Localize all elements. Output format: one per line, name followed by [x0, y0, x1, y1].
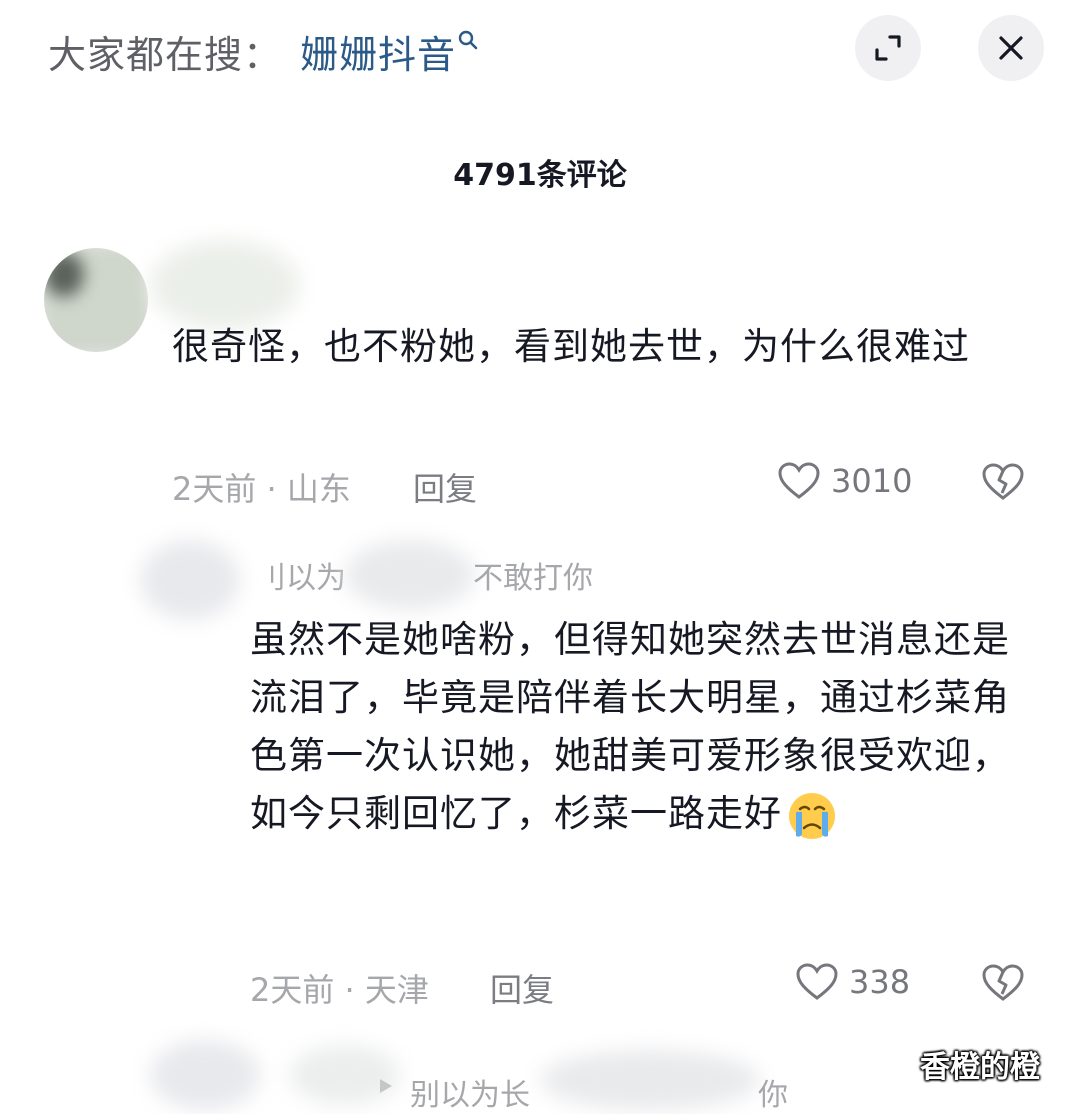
expand-icon [875, 35, 901, 61]
reply-meta: 2天前 · 天津 [250, 971, 429, 1009]
search-prefix-label: 大家都在搜： [48, 33, 283, 77]
broken-heart-icon [982, 463, 1024, 500]
like-button[interactable]: 3010 [777, 461, 912, 501]
close-button[interactable] [978, 15, 1044, 81]
comment-count-title: 4791条评论 [453, 158, 627, 193]
dislike-button[interactable] [981, 963, 1025, 1007]
avatar[interactable] [44, 248, 148, 352]
broken-heart-icon [982, 964, 1024, 1001]
username-blurred [345, 540, 475, 610]
reply-username-right: 你 [758, 1078, 788, 1113]
avatar[interactable] [150, 1040, 260, 1110]
reply-button[interactable]: 回复 [490, 965, 554, 1011]
like-count: 3010 [831, 462, 913, 500]
search-bar: 大家都在搜： 姗姗抖音 [0, 0, 1080, 100]
reply-text-content: 虽然不是她啥粉，但得知她突然去世消息还是流泪了，毕竟是陪伴着长大明星，通过杉菜角… [250, 618, 1010, 835]
expand-button[interactable] [855, 15, 921, 81]
dislike-button[interactable] [981, 462, 1025, 506]
username-blurred[interactable] [150, 240, 300, 330]
avatar[interactable] [140, 540, 240, 620]
username-blurred [290, 1045, 400, 1105]
watermark: 香橙的橙 [920, 1050, 1040, 1085]
avatar-blur-dark [44, 252, 84, 297]
reply-text: 虽然不是她啥粉，但得知她突然去世消息还是流泪了，毕竟是陪伴着长大明星，通过杉菜角… [250, 611, 1040, 843]
search-term-text: 姗姗抖音 [300, 33, 457, 77]
crying-face-icon [789, 792, 835, 839]
comment-text: 很奇怪，也不粉她，看到她去世，为什么很难过 [172, 325, 970, 368]
reply-username-left: 刂以为 [256, 561, 346, 596]
heart-icon [778, 462, 820, 499]
search-term-link[interactable]: 姗姗抖音 [300, 24, 478, 79]
like-count: 338 [849, 963, 911, 1001]
comment-meta: 2天前 · 山东 [172, 470, 351, 508]
reply-username-right: 不敢打你 [473, 561, 593, 596]
heart-icon [796, 963, 838, 1000]
reply-button[interactable]: 回复 [413, 464, 477, 510]
username-blurred [540, 1050, 760, 1110]
reply-username-left: 别以为长 [410, 1078, 530, 1113]
reply-arrow-icon [380, 1079, 392, 1093]
search-icon [458, 30, 478, 50]
close-icon [999, 36, 1023, 60]
like-button[interactable]: 338 [795, 962, 910, 1002]
